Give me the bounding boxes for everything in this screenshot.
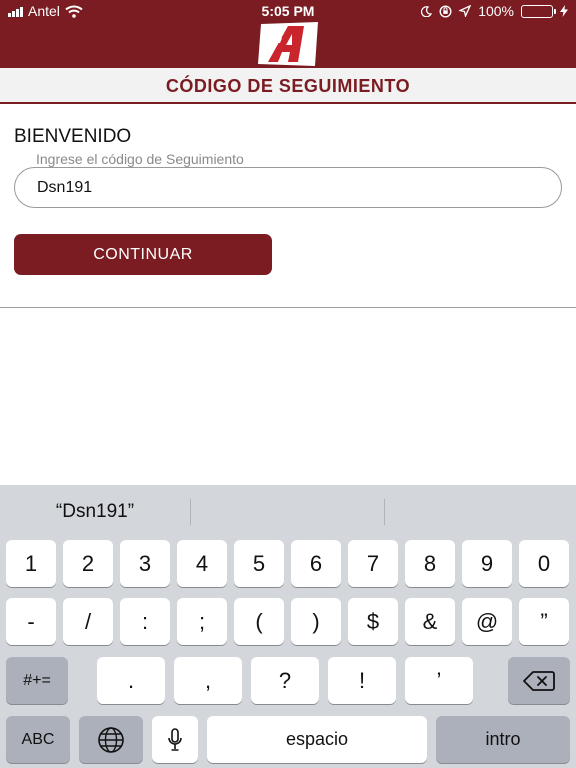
globe-icon bbox=[98, 726, 124, 753]
key-ampersand[interactable]: & bbox=[405, 598, 455, 645]
key-abc[interactable]: ABC bbox=[6, 716, 70, 763]
welcome-heading: BIENVENIDO bbox=[14, 126, 132, 147]
dictation-key[interactable] bbox=[152, 716, 198, 763]
location-icon bbox=[459, 5, 472, 17]
key-dollar[interactable]: $ bbox=[348, 598, 398, 645]
backspace-key[interactable] bbox=[508, 657, 570, 704]
key-0[interactable]: 0 bbox=[519, 540, 569, 587]
tracking-code-input[interactable] bbox=[14, 167, 562, 208]
key-6[interactable]: 6 bbox=[291, 540, 341, 587]
app-logo bbox=[258, 22, 318, 66]
key-close-paren[interactable]: ) bbox=[291, 598, 341, 645]
key-5[interactable]: 5 bbox=[234, 540, 284, 587]
status-bar: Antel 5:05 PM 100% bbox=[0, 0, 576, 22]
key-at[interactable]: @ bbox=[462, 598, 512, 645]
globe-key[interactable] bbox=[79, 716, 143, 763]
suggestion-separator bbox=[190, 499, 191, 525]
key-period[interactable]: . bbox=[97, 657, 165, 704]
space-key[interactable]: espacio bbox=[207, 716, 427, 763]
key-9[interactable]: 9 bbox=[462, 540, 512, 587]
return-key[interactable]: intro bbox=[436, 716, 570, 763]
charging-icon bbox=[560, 5, 568, 17]
code-field-label: Ingrese el código de Seguimiento bbox=[36, 151, 244, 167]
key-1[interactable]: 1 bbox=[6, 540, 56, 587]
key-question[interactable]: ? bbox=[251, 657, 319, 704]
battery-icon bbox=[521, 4, 556, 18]
key-comma[interactable]: , bbox=[174, 657, 242, 704]
moon-icon bbox=[421, 5, 433, 17]
key-apostrophe[interactable]: ’ bbox=[405, 657, 473, 704]
key-3[interactable]: 3 bbox=[120, 540, 170, 587]
key-slash[interactable]: / bbox=[63, 598, 113, 645]
key-4[interactable]: 4 bbox=[177, 540, 227, 587]
suggestion-item[interactable]: “Dsn191” bbox=[0, 485, 190, 529]
app-header: Antel 5:05 PM 100% bbox=[0, 0, 576, 68]
page-title: CÓDIGO DE SEGUIMIENTO bbox=[165, 76, 411, 96]
key-open-paren[interactable]: ( bbox=[234, 598, 284, 645]
continue-button[interactable]: CONTINUAR bbox=[14, 234, 272, 275]
keyboard: “Dsn191” 1 2 3 4 5 6 7 8 9 0 - / : ; ( )… bbox=[0, 485, 576, 768]
suggestion-bar: “Dsn191” bbox=[0, 485, 576, 529]
key-dash[interactable]: - bbox=[6, 598, 56, 645]
key-exclamation[interactable]: ! bbox=[328, 657, 396, 704]
suggestion-separator bbox=[384, 499, 385, 525]
backspace-icon bbox=[523, 670, 555, 691]
microphone-icon bbox=[168, 727, 182, 751]
key-2[interactable]: 2 bbox=[63, 540, 113, 587]
key-7[interactable]: 7 bbox=[348, 540, 398, 587]
rotation-lock-icon bbox=[439, 4, 452, 18]
key-semicolon[interactable]: ; bbox=[177, 598, 227, 645]
key-8[interactable]: 8 bbox=[405, 540, 455, 587]
key-more-symbols[interactable]: #+= bbox=[6, 657, 68, 704]
content-divider bbox=[0, 307, 576, 308]
key-colon[interactable]: : bbox=[120, 598, 170, 645]
key-quote[interactable]: ” bbox=[519, 598, 569, 645]
battery-percent: 100% bbox=[478, 3, 514, 19]
title-bar: CÓDIGO DE SEGUIMIENTO bbox=[0, 68, 576, 104]
